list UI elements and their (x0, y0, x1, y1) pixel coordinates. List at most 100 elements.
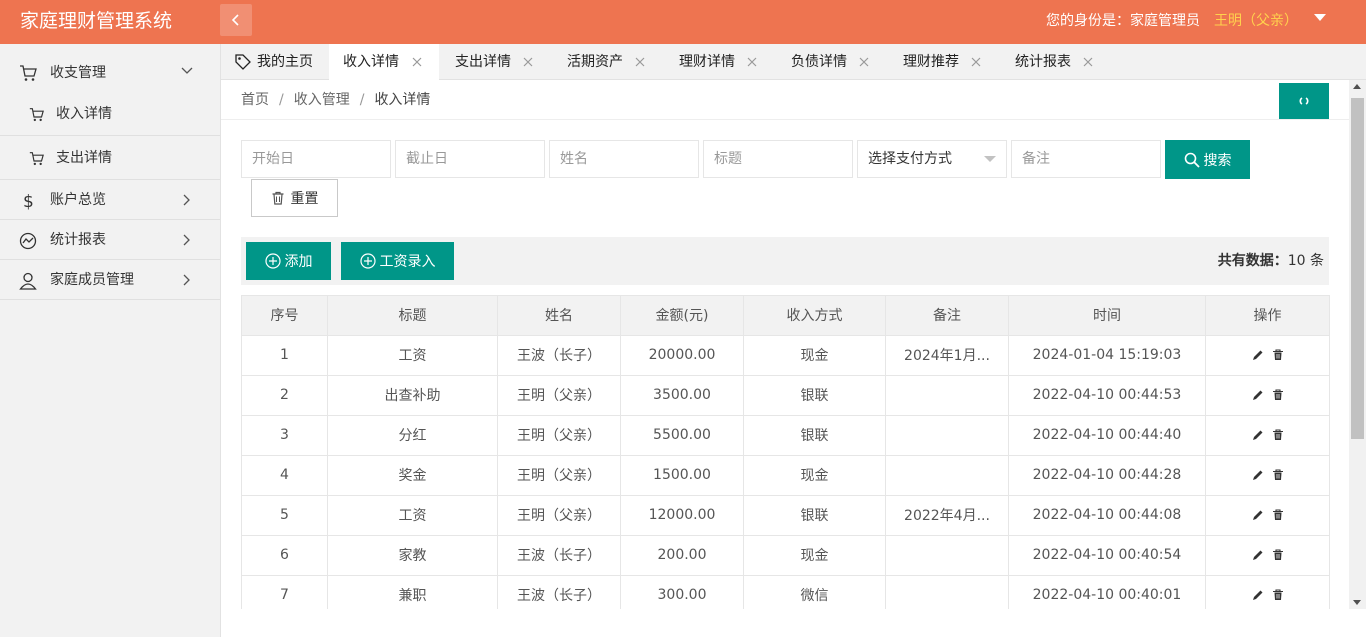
sidebar-collapse-button[interactable] (220, 4, 252, 36)
table-cell: 现金 (743, 534, 886, 576)
end-date-input[interactable] (395, 140, 545, 178)
sidebar-subitem-income-detail[interactable]: 收入详情 (0, 92, 220, 136)
tab-expense-detail[interactable]: 支出详情 (455, 44, 551, 80)
tab-finance-detail[interactable]: 理财详情 (679, 44, 775, 80)
column-header: 金额(元) (620, 295, 744, 336)
tab-debt-detail[interactable]: 负债详情 (791, 44, 887, 80)
table-cell: 银联 (743, 414, 886, 456)
reset-button-label: 重置 (290, 191, 319, 207)
column-header: 时间 (1008, 295, 1206, 336)
table-cell: 5 (241, 494, 328, 536)
sidebar-item-reports[interactable]: 统计报表 (0, 220, 220, 260)
table-cell: 1500.00 (620, 454, 744, 496)
name-input[interactable] (549, 140, 699, 178)
tab-current-assets[interactable]: 活期资产 (567, 44, 663, 80)
table-cell: 分红 (327, 414, 498, 456)
sidebar-item-family-members[interactable]: 家庭成员管理 (0, 260, 220, 300)
table-cell (885, 454, 1009, 496)
breadcrumb-home[interactable]: 首页 (241, 92, 269, 108)
sidebar: 收支管理 收入详情 支出详情 $ 账户总览 统计报表 家庭成员管理 (0, 44, 221, 637)
table-cell: 工资 (327, 494, 498, 536)
trash-icon[interactable] (1272, 429, 1284, 441)
refresh-button[interactable] (1279, 83, 1329, 119)
trash-icon[interactable] (1272, 469, 1284, 481)
table-cell: 1 (241, 334, 328, 376)
sidebar-item-accounts[interactable]: $ 账户总览 (0, 180, 220, 220)
chevron-right-icon (183, 234, 190, 246)
edit-icon[interactable] (1252, 549, 1264, 561)
table-cell: 3 (241, 414, 328, 456)
search-button[interactable]: 搜索 (1165, 140, 1250, 179)
add-button[interactable]: 添加 (246, 242, 331, 280)
table-cell: 2 (241, 374, 328, 416)
title-input[interactable] (703, 140, 853, 178)
tab-statistics[interactable]: 统计报表 (1015, 44, 1111, 80)
edit-icon[interactable] (1252, 429, 1264, 441)
column-header: 备注 (885, 295, 1009, 336)
tab-home[interactable]: 我的主页 (235, 44, 331, 80)
breadcrumb-current: 收入详情 (374, 92, 431, 108)
table-toolbar: 添加 工资录入 共有数据：10 条 (241, 237, 1329, 285)
trash-icon[interactable] (1272, 349, 1284, 361)
refresh-icon (1299, 97, 1309, 105)
trash-icon[interactable] (1272, 389, 1284, 401)
row-actions (1205, 494, 1330, 536)
sidebar-subitem-label: 支出详情 (56, 150, 112, 166)
close-icon[interactable] (746, 56, 758, 68)
reset-button[interactable]: 重置 (251, 179, 338, 217)
page-bottom (221, 609, 1366, 637)
table-cell: 2022-04-10 00:44:53 (1008, 374, 1206, 416)
edit-icon[interactable] (1252, 469, 1264, 481)
close-icon[interactable] (411, 56, 423, 68)
identity-text: 您的身份是：家庭管理员 (1046, 13, 1200, 29)
close-icon[interactable] (634, 56, 646, 68)
remark-input[interactable] (1011, 140, 1161, 178)
start-date-input[interactable] (241, 140, 391, 178)
table-cell: 2022-04-10 00:44:40 (1008, 414, 1206, 456)
table-row: 5 工资 王明（父亲） 12000.00 银联 2022年4月... 2022-04-10 … (241, 494, 1330, 536)
table-cell: 现金 (743, 454, 886, 496)
close-icon[interactable] (858, 56, 870, 68)
edit-icon[interactable] (1252, 349, 1264, 361)
tab-finance-recommend[interactable]: 理财推荐 (903, 44, 999, 80)
row-actions (1205, 414, 1330, 456)
trash-icon[interactable] (1272, 509, 1284, 521)
trash-icon[interactable] (1272, 549, 1284, 561)
payment-method-select[interactable]: 选择支付方式 (857, 140, 1007, 178)
close-icon[interactable] (1082, 56, 1094, 68)
trash-icon (272, 191, 283, 205)
scroll-thumb[interactable] (1351, 98, 1364, 439)
sidebar-subitem-expense-detail[interactable]: 支出详情 (0, 136, 220, 180)
chevron-left-icon (231, 14, 239, 26)
payment-method-value: 选择支付方式 (868, 151, 952, 167)
search-button-label: 搜索 (1203, 152, 1232, 169)
table-cell: 工资 (327, 334, 498, 376)
add-button-label: 添加 (284, 254, 313, 270)
sidebar-item-income-expense[interactable]: 收支管理 (0, 44, 220, 92)
plus-circle-icon (359, 253, 376, 269)
user-menu-name[interactable]: 王明（父亲） (1214, 0, 1298, 42)
close-icon[interactable] (970, 56, 982, 68)
scroll-down-arrow-icon[interactable] (1353, 600, 1361, 605)
table-cell: 王波（长子） (497, 534, 621, 576)
table-cell: 20000.00 (620, 334, 744, 376)
vertical-scrollbar[interactable] (1349, 80, 1366, 609)
cart-icon (29, 152, 44, 166)
table-cell (885, 374, 1009, 416)
edit-icon[interactable] (1252, 509, 1264, 521)
salary-entry-button-label: 工资录入 (379, 254, 436, 270)
close-icon[interactable] (522, 56, 534, 68)
caret-down-icon[interactable] (1314, 14, 1326, 21)
trash-icon[interactable] (1272, 589, 1284, 601)
edit-icon[interactable] (1252, 389, 1264, 401)
sidebar-subitem-label: 收入详情 (56, 106, 112, 122)
breadcrumb-level2[interactable]: 收入管理 (294, 92, 350, 108)
edit-icon[interactable] (1252, 589, 1264, 601)
salary-entry-button[interactable]: 工资录入 (341, 242, 454, 280)
divider (221, 119, 1349, 120)
scroll-up-arrow-icon[interactable] (1353, 84, 1361, 89)
tab-income-detail[interactable]: 收入详情 (329, 44, 439, 81)
chevron-right-icon (183, 194, 190, 206)
tab-label: 理财推荐 (903, 54, 959, 70)
table-cell: 出查补助 (327, 374, 498, 416)
